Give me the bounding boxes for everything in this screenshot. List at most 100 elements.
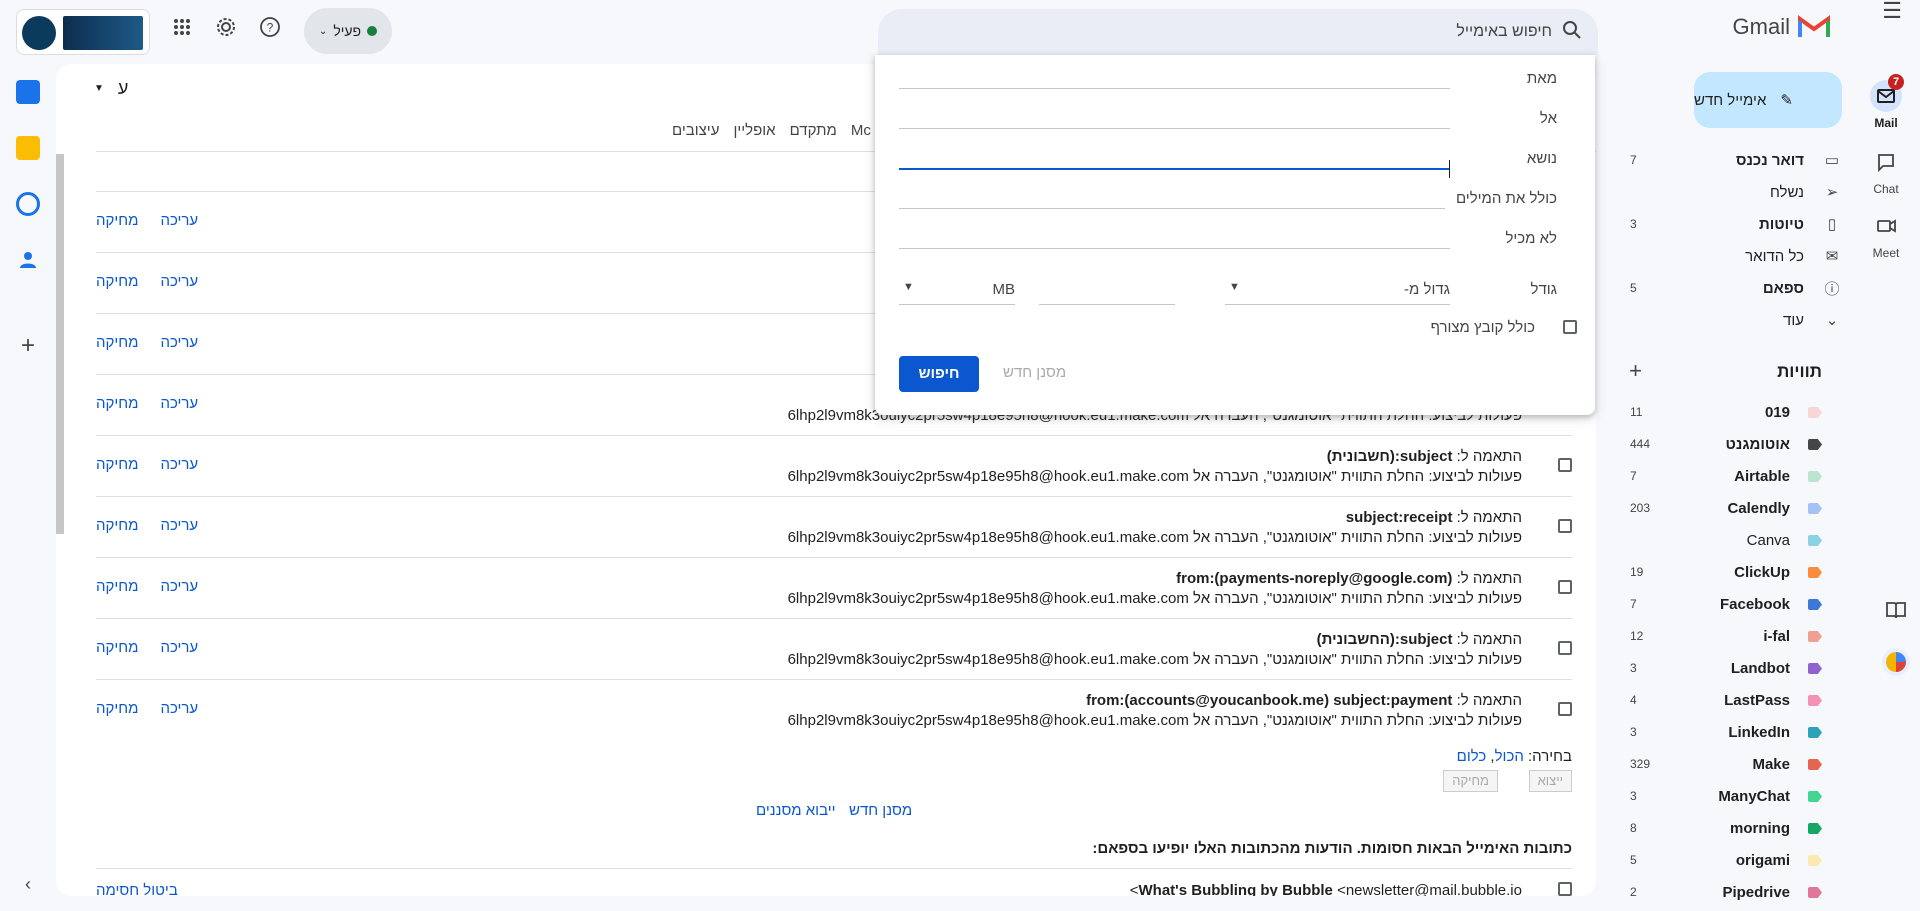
label-item[interactable]: Landbot 3 <box>1620 652 1852 684</box>
new-filter-link[interactable]: מסנן חדש <box>849 802 912 819</box>
rail-meet[interactable]: Meet <box>1852 210 1920 260</box>
delete-filter-link[interactable]: מחיקה <box>96 273 138 290</box>
settings-tab[interactable]: מתקדם <box>790 122 837 139</box>
mail-badge: 7 <box>1888 74 1904 90</box>
select-all-link[interactable]: הכול <box>1495 748 1524 765</box>
dropdown-arrow-icon: ▼ <box>903 281 914 293</box>
to-field[interactable] <box>899 128 1450 129</box>
delete-selected-button[interactable]: מחיקה <box>1443 770 1498 792</box>
import-filters-link[interactable]: ייבוא מסננים <box>756 802 836 819</box>
rail-mail[interactable]: 7 Mail <box>1852 74 1920 130</box>
add-app-icon[interactable]: + <box>16 334 40 358</box>
account-button[interactable] <box>16 9 150 55</box>
from-field[interactable] <box>899 88 1450 89</box>
contacts-icon[interactable] <box>16 248 40 272</box>
separator: , <box>1486 748 1495 765</box>
label-item[interactable]: ClickUp 19 <box>1620 556 1852 588</box>
edit-filter-link[interactable]: עריכה <box>160 456 198 473</box>
subject-field[interactable] <box>899 168 1450 170</box>
label-item[interactable]: LinkedIn 3 <box>1620 716 1852 748</box>
blocked-checkbox[interactable] <box>1558 882 1572 896</box>
account-logo-banner <box>63 16 143 50</box>
label-item[interactable]: LastPass 4 <box>1620 684 1852 716</box>
create-filter-button[interactable]: מסנן חדש <box>1003 364 1066 381</box>
label-item[interactable]: Calendly 203 <box>1620 492 1852 524</box>
sidebar-item[interactable]: ➢ נשלח <box>1620 176 1852 208</box>
label-item[interactable]: Airtable 7 <box>1620 460 1852 492</box>
has-attachment-checkbox[interactable] <box>1563 320 1577 334</box>
delete-filter-link[interactable]: מחיקה <box>96 578 138 595</box>
filter-checkbox[interactable] <box>1558 458 1572 472</box>
sidebar-item[interactable]: ⓘ ספאם 5 <box>1620 272 1852 304</box>
book-icon[interactable] <box>1884 598 1908 622</box>
filter-checkbox[interactable] <box>1558 519 1572 533</box>
label-item[interactable]: Facebook 7 <box>1620 588 1852 620</box>
label-item[interactable]: i-fal 12 <box>1620 620 1852 652</box>
sidebar-item[interactable]: ⌄ עוד <box>1620 304 1852 336</box>
add-label-icon[interactable]: + <box>1629 358 1642 384</box>
label-item[interactable]: Canva <box>1620 524 1852 556</box>
search-icon[interactable] <box>1562 20 1582 45</box>
sidebar-item-label: טיוטות <box>1759 215 1804 233</box>
sidebar-item[interactable]: ▭ דואר נכנס 7 <box>1620 144 1852 176</box>
sidebar-item[interactable]: ▯ טיוטות 3 <box>1620 208 1852 240</box>
keep-icon[interactable] <box>16 136 40 160</box>
select-none-link[interactable]: כלום <box>1457 748 1487 765</box>
edit-filter-link[interactable]: עריכה <box>160 334 198 351</box>
search-input[interactable]: חיפוש באימייל <box>1456 23 1552 41</box>
delete-filter-link[interactable]: מחיקה <box>96 334 138 351</box>
status-chip[interactable]: ⌄ פעיל <box>304 8 392 54</box>
settings-tab[interactable]: אופליין <box>733 122 775 139</box>
label-item[interactable]: morning 8 <box>1620 812 1852 844</box>
scrollbar[interactable] <box>56 154 64 534</box>
mail-icon: 7 <box>1870 74 1904 112</box>
filter-checkbox[interactable] <box>1558 641 1572 655</box>
label-item[interactable]: Make 329 <box>1620 748 1852 780</box>
compose-button[interactable]: ✎ אימייל חדש <box>1694 72 1842 128</box>
search-bar[interactable]: חיפוש באימייל <box>878 9 1598 55</box>
size-unit-select[interactable]: MB ▼ <box>899 281 1015 305</box>
edit-filter-link[interactable]: עריכה <box>160 395 198 412</box>
label-item[interactable]: 019 11 <box>1620 396 1852 428</box>
label-item[interactable]: Pipedrive 2 <box>1620 876 1852 908</box>
settings-tab[interactable]: עיצובים <box>672 122 719 139</box>
search-button[interactable]: חיפוש <box>899 356 979 392</box>
extension-icon[interactable] <box>1882 648 1910 676</box>
size-operator-select[interactable]: גדול מ- ▼ <box>1225 281 1450 305</box>
delete-filter-link[interactable]: מחיקה <box>96 212 138 229</box>
label-item[interactable]: origami 5 <box>1620 844 1852 876</box>
input-tools[interactable]: ▼ ע <box>94 78 128 99</box>
unblock-link[interactable]: ביטול חסימה <box>96 882 178 896</box>
size-value-input[interactable] <box>1039 281 1175 305</box>
main-menu-icon[interactable]: ☰ <box>1882 0 1902 24</box>
delete-filter-link[interactable]: מחיקה <box>96 395 138 412</box>
dropdown-arrow-icon: ▼ <box>1229 281 1240 293</box>
filter-checkbox[interactable] <box>1558 702 1572 716</box>
edit-filter-link[interactable]: עריכה <box>160 700 198 717</box>
help-icon[interactable]: ? <box>255 16 285 46</box>
delete-filter-link[interactable]: מחיקה <box>96 639 138 656</box>
apps-grid-icon[interactable] <box>167 16 197 46</box>
tasks-icon[interactable] <box>16 192 40 216</box>
label-item[interactable]: אוטומגנט 444 <box>1620 428 1852 460</box>
edit-filter-link[interactable]: עריכה <box>160 273 198 290</box>
filter-checkbox[interactable] <box>1558 580 1572 594</box>
delete-filter-link[interactable]: מחיקה <box>96 517 138 534</box>
has-words-field[interactable] <box>899 208 1445 209</box>
from-row: מאת <box>875 62 1595 102</box>
edit-filter-link[interactable]: עריכה <box>160 212 198 229</box>
export-button[interactable]: ייצוא <box>1528 770 1572 792</box>
rail-chat[interactable]: Chat <box>1852 146 1920 196</box>
collapse-panel-icon[interactable]: ‹ <box>16 872 40 896</box>
calendar-icon[interactable] <box>16 80 40 104</box>
sidebar-item[interactable]: ✉ כל הדואר <box>1620 240 1852 272</box>
edit-filter-link[interactable]: עריכה <box>160 578 198 595</box>
label-item[interactable]: ManyChat 3 <box>1620 780 1852 812</box>
edit-filter-link[interactable]: עריכה <box>160 517 198 534</box>
settings-tab[interactable]: Mc <box>851 122 871 139</box>
settings-gear-icon[interactable] <box>211 16 241 46</box>
delete-filter-link[interactable]: מחיקה <box>96 700 138 717</box>
delete-filter-link[interactable]: מחיקה <box>96 456 138 473</box>
edit-filter-link[interactable]: עריכה <box>160 639 198 656</box>
not-has-field[interactable] <box>899 248 1450 249</box>
